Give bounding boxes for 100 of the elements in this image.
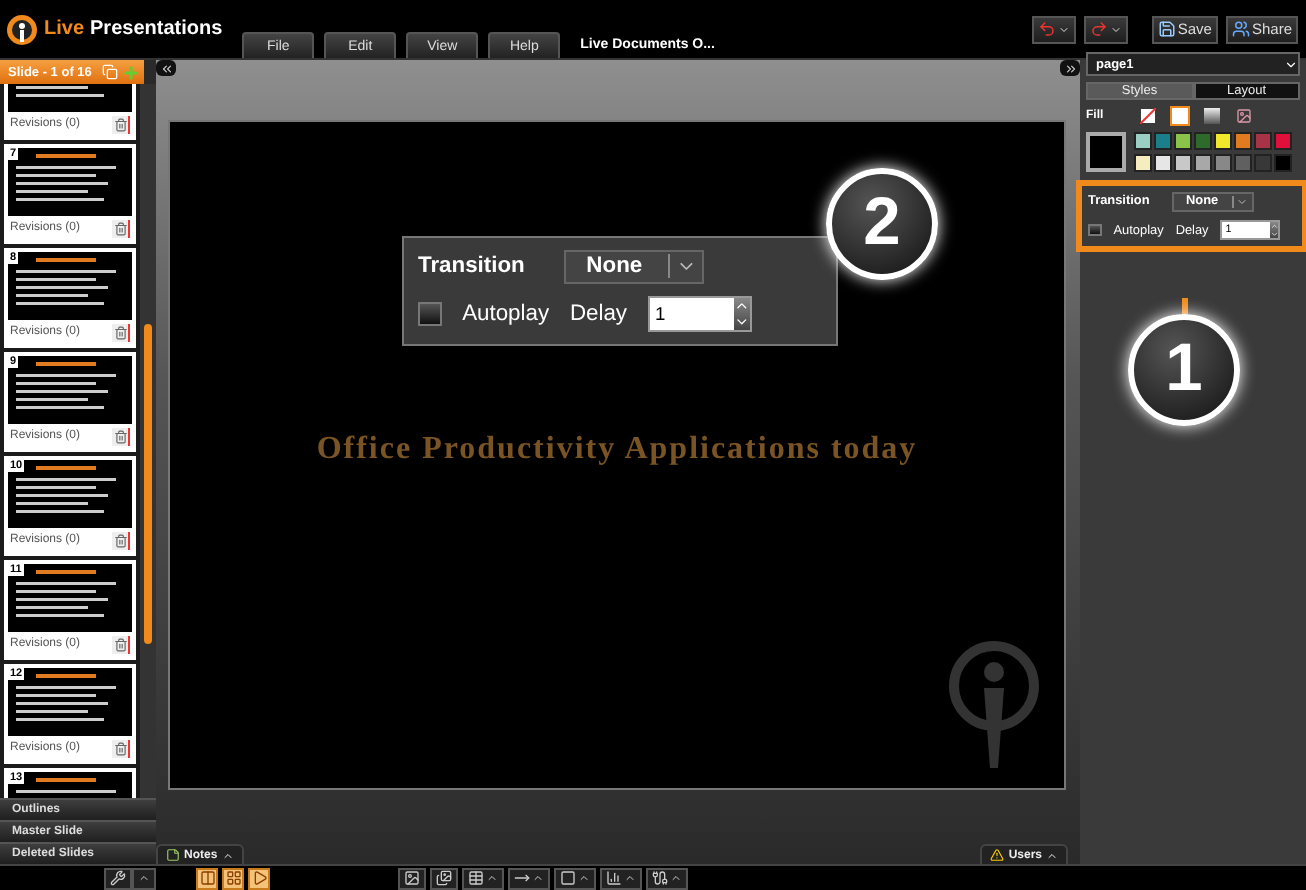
fill-type-button[interactable] <box>1138 106 1158 126</box>
color-swatch[interactable] <box>1234 153 1252 171</box>
up-caret-icon <box>624 872 636 884</box>
logo-icon <box>948 640 1040 772</box>
app-logo-icon <box>6 13 38 45</box>
up-caret-icon <box>1046 849 1058 861</box>
double-chevron-icon <box>1063 61 1077 75</box>
insert-table-button[interactable] <box>462 867 504 889</box>
fill-type-button[interactable] <box>1234 106 1254 126</box>
transition-label: Transition <box>418 254 527 279</box>
up-caret-icon <box>221 849 234 861</box>
color-swatch[interactable] <box>1274 132 1292 150</box>
arrow-icon <box>514 870 530 886</box>
slide-thumbnail[interactable] <box>8 252 132 320</box>
color-swatch[interactable] <box>1254 153 1272 171</box>
brand-name: Live <box>44 18 85 40</box>
color-swatch[interactable] <box>1194 132 1212 150</box>
people-icon <box>1231 20 1250 38</box>
wrench-icon <box>110 870 126 886</box>
delete-button[interactable] <box>112 427 130 445</box>
table-icon <box>468 870 484 886</box>
copy-icon[interactable] <box>102 64 118 80</box>
autoplay-checkbox[interactable] <box>1088 223 1102 237</box>
tools-button[interactable] <box>104 867 132 889</box>
color-swatch[interactable] <box>1154 153 1172 171</box>
no-fill-icon <box>1140 108 1156 124</box>
trash-icon <box>113 533 127 547</box>
image-icon <box>404 870 420 886</box>
callout-number: 1 <box>1128 314 1240 426</box>
columns-icon <box>199 870 215 886</box>
slide-title: Office Productivity Applications today <box>316 432 918 468</box>
bar-chart-icon <box>606 870 622 886</box>
up-caret-icon <box>578 872 590 884</box>
insert-chart-button[interactable] <box>600 867 642 889</box>
trash-icon <box>113 637 127 651</box>
collapse-left-button[interactable] <box>156 60 176 76</box>
delete-button[interactable] <box>112 739 130 757</box>
delay-spinner[interactable]: 1 <box>647 295 752 333</box>
color-swatch[interactable] <box>1154 132 1172 150</box>
trash-icon <box>113 221 127 235</box>
gradient-fill-icon <box>1204 108 1220 124</box>
color-swatch[interactable] <box>1214 132 1232 150</box>
fill-type-button[interactable] <box>1202 106 1222 126</box>
undo-icon <box>1037 20 1056 38</box>
insert-images-button[interactable] <box>430 867 458 889</box>
caret-icon <box>1284 57 1298 71</box>
solid-fill-icon <box>1172 108 1188 124</box>
trash-icon <box>113 117 127 131</box>
grid-icon <box>225 870 241 886</box>
view-button[interactable] <box>248 867 270 889</box>
slide-thumbnail[interactable] <box>8 148 132 216</box>
insert-shape-button[interactable] <box>554 867 596 889</box>
current-fill-swatch[interactable] <box>1086 132 1126 172</box>
color-swatch[interactable] <box>1214 153 1232 171</box>
up-caret-icon <box>138 872 150 884</box>
caret-icon <box>1236 195 1248 208</box>
note-icon <box>166 848 180 862</box>
delete-button[interactable] <box>112 115 130 133</box>
slide-thumbnail[interactable] <box>8 564 132 632</box>
brand-name: Presentations <box>90 18 223 40</box>
redo-icon <box>1089 20 1108 38</box>
delay-label: Delay <box>569 301 628 326</box>
caret-icon <box>1057 23 1070 35</box>
up-caret-icon <box>670 872 682 884</box>
delete-button[interactable] <box>112 219 130 237</box>
color-swatch[interactable] <box>1174 132 1192 150</box>
autoplay-label: Autoplay <box>462 301 550 326</box>
insert-connector-button[interactable] <box>646 867 688 889</box>
undo-button[interactable] <box>1031 15 1076 43</box>
insert-image-button[interactable] <box>398 867 426 889</box>
view-button[interactable] <box>196 867 218 889</box>
slide-thumbnail[interactable] <box>8 668 132 736</box>
up-caret-icon <box>486 872 498 884</box>
up-caret-icon <box>532 872 544 884</box>
delete-button[interactable] <box>112 531 130 549</box>
slide-thumbnail[interactable] <box>8 460 132 528</box>
play-icon <box>251 870 267 886</box>
color-swatch[interactable] <box>1194 153 1212 171</box>
color-swatch[interactable] <box>1134 153 1152 171</box>
redo-button[interactable] <box>1083 15 1128 43</box>
delete-button[interactable] <box>112 323 130 341</box>
scrollbar-thumb[interactable] <box>144 324 152 644</box>
transition-dropdown[interactable]: None <box>563 250 704 284</box>
view-button[interactable] <box>222 867 244 889</box>
color-swatch[interactable] <box>1174 153 1192 171</box>
callout-number: 2 <box>826 168 938 280</box>
collapse-right-button[interactable] <box>1060 60 1080 76</box>
autoplay-checkbox[interactable] <box>418 302 442 326</box>
slide-thumbnail[interactable] <box>8 356 132 424</box>
caret-icon <box>1109 23 1122 35</box>
color-swatch[interactable] <box>1134 132 1152 150</box>
color-swatch[interactable] <box>1254 132 1272 150</box>
color-swatch[interactable] <box>1234 132 1252 150</box>
trash-icon <box>113 429 127 443</box>
double-chevron-icon <box>159 61 173 75</box>
delete-button[interactable] <box>112 635 130 653</box>
connector-icon <box>652 870 668 886</box>
color-swatch[interactable] <box>1274 153 1292 171</box>
insert-arrow-button[interactable] <box>508 867 550 889</box>
warning-icon <box>990 848 1005 862</box>
